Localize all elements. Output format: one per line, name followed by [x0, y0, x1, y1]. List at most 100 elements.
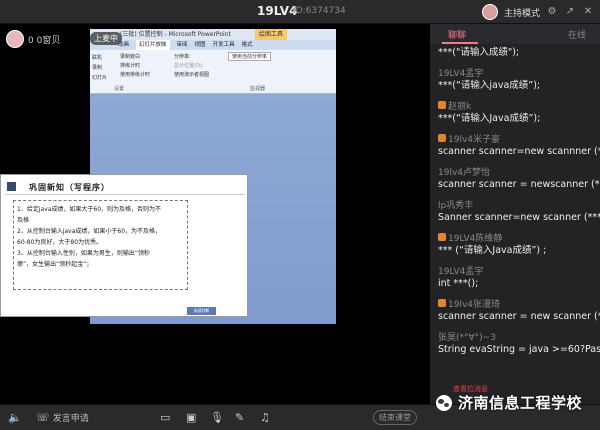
top-bar: 19LV4 ID:6374734 主持模式 ⚙ ↗ ✕ — [0, 0, 600, 24]
ppt-title-bar: (三批) 位置控制 - Microsoft PowerPoint 绘图工具 — [90, 29, 336, 40]
video-stage: 0 0窗贝 上麦中 (三批) 位置控制 - Microsoft PowerPoi… — [0, 24, 430, 404]
slide-header: 巩固新知（写程序） — [5, 179, 245, 195]
ppt-ribbon-tabs: 动画 幻灯片放映 审阅 视图 开发工具 格式 — [90, 40, 336, 50]
chat-message: 19LV4孟宇 int ***(); — [438, 263, 600, 291]
ribbon-monitor-select: 使用当前分辨率 — [228, 52, 272, 61]
host-avatar[interactable] — [481, 4, 498, 20]
slide-card: 巩固新知（写程序） 1、给定java成绩，如果大于60，则为及格，否则为不 及格… — [0, 174, 248, 317]
chat-message-text: ***("请输入成绩"); — [438, 47, 520, 58]
ppt-tab: 开发工具 — [212, 42, 235, 48]
speak-request-label: 发言申请 — [52, 414, 89, 424]
close-icon[interactable]: ✕ — [582, 6, 594, 18]
camera-icon[interactable]: ▭ — [160, 411, 170, 424]
ribbon-option: 排练计时 — [120, 63, 141, 69]
share-icon[interactable]: ↗ — [564, 6, 576, 18]
panel-tabs: 聊聊 在线 — [430, 24, 600, 44]
chat-sender-name: 19LV4陈维静 — [448, 233, 503, 244]
sender-badge-icon — [438, 299, 446, 307]
ppt-tab: 审阅 — [176, 42, 188, 48]
ribbon-btn: 录制 — [92, 65, 103, 71]
app-window: 19LV4 ID:6374734 主持模式 ⚙ ↗ ✕ 0 0窗贝 上麦中 (三… — [0, 0, 600, 430]
chat-message-text: Sanner scanner=new scanner (*** — [438, 212, 600, 223]
chat-message: 19LV4孟宇 ***(“请输入java成绩”); — [438, 65, 600, 93]
watermark: 济南信息工程学校 — [436, 392, 582, 413]
slide-line: 及格 — [17, 217, 30, 224]
slide-line: 擦”，女生输出“领秒起金”； — [17, 261, 93, 268]
ribbon-show-on: 显示位置(O): — [174, 63, 204, 69]
chat-message-text: ***(“请输入java成绩”); — [438, 80, 541, 91]
sender-badge-icon — [438, 134, 446, 142]
speak-request-button[interactable]: ☏ 发言申请 — [36, 411, 89, 424]
slide-bullet-square — [7, 182, 16, 191]
ribbon-btn: 幻灯片 — [92, 75, 108, 81]
ribbon-option: 录制旁白 — [120, 54, 141, 60]
chat-sender: 19lv4米子豪 — [438, 131, 600, 145]
chat-panel: 聊聊 在线 ***("请输入成绩"); 19LV4孟宇 ***(“请输入java… — [430, 24, 600, 404]
chat-message: 19lv4卢梦怡 scanner scanner = newscanner (*… — [438, 164, 600, 192]
edit-icon[interactable]: ✎ — [235, 411, 244, 424]
room-id: ID:6374734 — [293, 6, 346, 16]
watermark-text: 济南信息工程学校 — [458, 394, 583, 412]
chat-message-text: scanner scanner = newscanner (*** — [438, 179, 600, 190]
ppt-tab-active: 幻灯片放映 — [136, 40, 170, 50]
chat-sender: 19LV4孟宇 — [438, 65, 600, 79]
top-bar-actions: 主持模式 ⚙ ↗ ✕ — [481, 3, 594, 21]
mic-icon[interactable]: 🎙 — [210, 411, 224, 424]
chat-message-text: String evaString = java >=60?Pass — [438, 344, 600, 355]
chat-sender-name: 赵丽k — [448, 101, 472, 112]
chat-message: ***("请输入成绩"); — [438, 46, 600, 60]
music-icon[interactable]: ♫ — [260, 411, 270, 424]
ppt-tab: 格式 — [241, 42, 253, 48]
sender-badge-icon — [438, 101, 446, 109]
chat-message: 张昊(*°∀°)~3 String evaString = java >=60?… — [438, 329, 600, 357]
image-icon[interactable]: ▣ — [186, 411, 196, 424]
chat-sender: 赵丽k — [438, 98, 600, 112]
chat-sender: 19lv4卢梦怡 — [438, 164, 600, 178]
chat-sender-name: 19LV4孟宇 — [438, 68, 484, 79]
slide-line: 60-80为良好，大于80为优秀。 — [17, 239, 103, 246]
ribbon-option: 使用排练计时 — [120, 72, 151, 78]
chat-sender-name: 张昊(*°∀°)~3 — [438, 332, 496, 343]
slide-text-box: 1、给定java成绩，如果大于60，则为及格，否则为不 及格 2、从控制台输入j… — [13, 200, 188, 290]
chat-sender-name: 19lv4张漫琦 — [448, 299, 501, 310]
chat-sender-name: lp巩秀丰 — [438, 200, 474, 211]
chat-message: lp巩秀丰 Sanner scanner=new scanner (*** — [438, 197, 600, 225]
ppt-ribbon: 联机 录制 幻灯片 录制旁白 排练计时 使用排练计时 分辨率: 使用当前分辨率 … — [90, 50, 336, 94]
end-class-button[interactable]: 结束课堂 — [373, 410, 417, 425]
slide-line: 1、给定java成绩，如果大于60，则为及格，否则为不 — [17, 206, 162, 213]
ribbon-group-label: 监视器 — [250, 86, 266, 92]
chat-message-text: ***(“请输入Java成绩”); — [438, 113, 541, 124]
slide-line: 2、从控制台输入java成绩，如果小于60，为不及格， — [17, 228, 162, 235]
chat-message-text: scanner scanner = new scanner (* — [438, 311, 600, 322]
active-tab-indicator — [442, 42, 478, 44]
ppt-tab: 视图 — [194, 42, 206, 48]
chat-message: 19LV4陈维静 *** (“请输入Java成绩”) ; — [438, 230, 600, 258]
user-chip[interactable]: 0 0窗贝 — [6, 30, 60, 48]
chat-message-text: *** (“请输入Java成绩”) ; — [438, 245, 547, 256]
slide-action-button: 成绩判断 — [187, 307, 216, 315]
host-mode-label[interactable]: 主持模式 — [504, 6, 540, 19]
chat-message: 19lv4张漫琦 scanner scanner = new scanner (… — [438, 296, 600, 324]
ribbon-btn: 联机 — [92, 55, 103, 61]
speaker-icon[interactable]: 🔈 — [8, 411, 22, 424]
chat-sender-name: 19LV4孟宇 — [438, 266, 484, 277]
chat-message-list: ***("请输入成绩"); 19LV4孟宇 ***(“请输入java成绩”); … — [438, 46, 600, 362]
slide-line: 3、从控制台输入性别，如果为男生，则输出“领秒 — [17, 250, 150, 257]
tab-chat[interactable]: 聊聊 — [448, 28, 466, 41]
sender-badge-icon — [438, 233, 446, 241]
chat-sender: 19LV4陈维静 — [438, 230, 600, 244]
ribbon-presenter-view: 使用演示者视图 — [174, 72, 210, 78]
ribbon-group-label: 设置 — [114, 86, 125, 92]
user-name: 0 0窗贝 — [28, 35, 61, 46]
gear-icon[interactable]: ⚙ — [546, 6, 558, 18]
chat-sender-name: 19lv4米子豪 — [448, 134, 501, 145]
room-title: 19LV4 — [257, 4, 298, 18]
tab-online[interactable]: 在线 — [568, 28, 586, 41]
chat-message-text: scanner scanner=new scannner (*** — [438, 146, 600, 157]
chat-sender: 张昊(*°∀°)~3 — [438, 329, 600, 343]
chat-sender: lp巩秀丰 — [438, 197, 600, 211]
chat-sender: 19LV4孟宇 — [438, 263, 600, 277]
chat-message: 赵丽k ***(“请输入Java成绩”); — [438, 98, 600, 126]
chat-sender-name: 19lv4卢梦怡 — [438, 167, 491, 178]
phone-icon: ☏ — [36, 411, 50, 424]
